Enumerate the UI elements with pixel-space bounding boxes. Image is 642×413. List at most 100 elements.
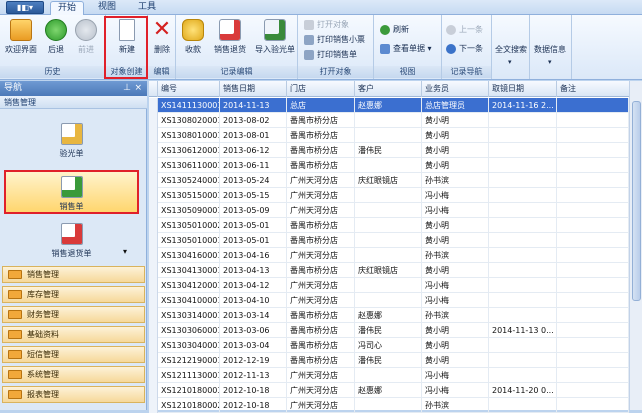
- table-row[interactable]: XS1305090001 2013-05-09 广州天河分店 冯小梅: [149, 203, 629, 218]
- table-row[interactable]: XS1306110001 2013-06-11 番禺市桥分店 黄小明: [149, 158, 629, 173]
- close-icon[interactable]: ×: [134, 81, 142, 96]
- cell-pickup-date: [489, 188, 557, 203]
- cell-customer: [355, 368, 422, 383]
- table-row[interactable]: XS1304100001 2013-04-10 广州天河分店 冯小梅: [149, 293, 629, 308]
- welcome-button[interactable]: 欢迎界面: [2, 19, 40, 55]
- delete-button[interactable]: ✕ 删除: [150, 19, 174, 55]
- cell-store: 番禺市桥分店: [287, 113, 355, 128]
- import-prescription-button[interactable]: 导入验光单: [252, 19, 298, 55]
- table-row[interactable]: XS1305150001 2013-05-15 广州天河分店 冯小梅: [149, 188, 629, 203]
- cell-number: XS1305010002: [158, 218, 220, 233]
- table-row[interactable]: XS1210180002 2012-10-18 广州天河分店 孙书滨: [149, 398, 629, 413]
- nav-item-prescription[interactable]: 验光单: [4, 119, 139, 163]
- table-row[interactable]: XS1305240001 2013-05-24 广州天河分店 庆红眼镜店 孙书滨: [149, 173, 629, 188]
- cell-sale-date: 2013-08-01: [220, 128, 287, 143]
- row-indicator: [149, 248, 158, 263]
- row-indicator: [149, 113, 158, 128]
- nav-item-sales-order[interactable]: 销售单: [4, 170, 139, 214]
- cell-store: 广州天河分店: [287, 383, 355, 398]
- view-document-icon: [380, 43, 390, 54]
- nav-category-label: 销售管理: [27, 270, 59, 279]
- cell-sale-date: 2014-11-13: [220, 98, 287, 113]
- column-header-pickup-date[interactable]: 取镜日期: [489, 81, 557, 97]
- cell-store: 广州天河分店: [287, 248, 355, 263]
- nav-category-sms[interactable]: 短信管理: [2, 346, 145, 363]
- cell-remarks: [557, 113, 629, 128]
- previous-record-button[interactable]: 上一条: [446, 23, 483, 36]
- cell-remarks: [557, 203, 629, 218]
- column-header-remarks[interactable]: 备注: [557, 81, 629, 97]
- cell-number: XS1411130001: [158, 98, 220, 113]
- table-row[interactable]: XS1304130001 2013-04-13 番禺市桥分店 庆红眼镜店 黄小明: [149, 263, 629, 278]
- nav-category-inventory[interactable]: 库存管理: [2, 286, 145, 303]
- table-row[interactable]: XS1210180003 2012-10-18 广州天河分店 赵惠娜 冯小梅 2014-1…: [149, 383, 629, 398]
- cell-store: 广州天河分店: [287, 293, 355, 308]
- table-row[interactable]: XS1308010001 2013-08-01 番禺市桥分店 黄小明: [149, 128, 629, 143]
- table-row[interactable]: XS1303040001 2013-03-04 番禺市桥分店 冯司心 黄小明: [149, 338, 629, 353]
- back-button[interactable]: 后退: [42, 19, 70, 55]
- cell-customer: 赵惠娜: [355, 98, 422, 113]
- cell-pickup-date: [489, 113, 557, 128]
- vertical-scrollbar[interactable]: [629, 81, 642, 410]
- nav-category-finance[interactable]: 财务管理: [2, 306, 145, 323]
- cell-salesperson: 黄小明: [422, 353, 489, 368]
- cell-number: XS1305090001: [158, 203, 220, 218]
- cell-remarks: [557, 308, 629, 323]
- column-header-sale-date[interactable]: 销售日期: [220, 81, 287, 97]
- table-row[interactable]: XS1305010002 2013-05-01 番禺市桥分店 黄小明: [149, 218, 629, 233]
- table-row[interactable]: XS1305010001 2013-05-01 番禺市桥分店 黄小明: [149, 233, 629, 248]
- column-header-customer[interactable]: 客户: [355, 81, 422, 97]
- cell-sale-date: 2013-03-06: [220, 323, 287, 338]
- table-row[interactable]: XS1212190001 2012-12-19 番禺市桥分店 潘伟民 黄小明: [149, 353, 629, 368]
- chevron-down-icon[interactable]: ▾: [123, 247, 127, 256]
- nav-category-sales[interactable]: 销售管理: [2, 266, 145, 283]
- row-indicator: [149, 278, 158, 293]
- tab-home[interactable]: 开始: [50, 1, 84, 15]
- forward-button[interactable]: 前进: [72, 19, 100, 55]
- refresh-button[interactable]: 刷新: [380, 23, 409, 36]
- table-row[interactable]: XS1304160001 2013-04-16 广州天河分店 孙书滨: [149, 248, 629, 263]
- cell-number: XS1305240001: [158, 173, 220, 188]
- nav-category-system[interactable]: 系统管理: [2, 366, 145, 383]
- print-sales-order-button[interactable]: 打印销售单: [304, 48, 357, 61]
- table-row[interactable]: XS1304120001 2013-04-12 广州天河分店 冯小梅: [149, 278, 629, 293]
- cell-store: 番禺市桥分店: [287, 233, 355, 248]
- open-object-label: 打开对象: [317, 20, 349, 29]
- nav-item-sales-return[interactable]: 销售退货单: [4, 219, 139, 263]
- row-indicator: [149, 143, 158, 158]
- column-header-salesperson[interactable]: 业务员: [422, 81, 489, 97]
- cell-salesperson: 冯小梅: [422, 203, 489, 218]
- open-object-button[interactable]: 打开对象: [304, 18, 349, 31]
- sales-return-button[interactable]: 销售退货: [210, 19, 250, 55]
- column-header-store[interactable]: 门店: [287, 81, 355, 97]
- table-row[interactable]: XS1211130001 2012-11-13 广州天河分店 冯小梅: [149, 368, 629, 383]
- group-edit: ✕ 删除 编辑: [148, 15, 176, 79]
- header-indicator: [149, 81, 158, 97]
- data-info-button[interactable]: 数据信息: [534, 43, 566, 56]
- table-row[interactable]: XS1306120001 2013-06-12 番禺市桥分店 潘伟民 黄小明: [149, 143, 629, 158]
- cell-customer: [355, 128, 422, 143]
- cell-remarks: [557, 353, 629, 368]
- column-header-number[interactable]: 编号: [158, 81, 220, 97]
- cell-pickup-date: [489, 293, 557, 308]
- sales-document-icon: [60, 176, 83, 198]
- tab-view[interactable]: 视图: [92, 1, 122, 15]
- app-menu-button[interactable]: ▮◧▾: [6, 1, 44, 14]
- table-row[interactable]: XS1303140001 2013-03-14 番禺市桥分店 赵惠娜 孙书滨: [149, 308, 629, 323]
- cell-sale-date: 2012-11-13: [220, 368, 287, 383]
- table-row[interactable]: XS1411130001 2014-11-13 总店 赵惠娜 总店管理员 2014-11-…: [149, 98, 629, 113]
- table-row[interactable]: XS1308020001 2013-08-02 番禺市桥分店 黄小明: [149, 113, 629, 128]
- receive-payment-button[interactable]: 收款: [178, 19, 208, 55]
- down-arrow-icon: [446, 43, 456, 54]
- scrollbar-thumb[interactable]: [632, 101, 641, 301]
- nav-category-reports[interactable]: 报表管理: [2, 386, 145, 403]
- full-text-search-button[interactable]: 全文搜索: [495, 43, 527, 56]
- next-record-button[interactable]: 下一条: [446, 42, 483, 55]
- tab-tools[interactable]: 工具: [132, 1, 162, 15]
- print-receipt-button[interactable]: 打印销售小票: [304, 33, 365, 46]
- import-prescription-label: 导入验光单: [255, 45, 295, 54]
- pin-icon[interactable]: ⊥: [123, 81, 131, 96]
- table-row[interactable]: XS1303060001 2013-03-06 番禺市桥分店 潘伟民 黄小明 2014-1…: [149, 323, 629, 338]
- nav-category-basic-data[interactable]: 基础资料: [2, 326, 145, 343]
- view-document-button[interactable]: 查看单据 ▾: [380, 42, 432, 55]
